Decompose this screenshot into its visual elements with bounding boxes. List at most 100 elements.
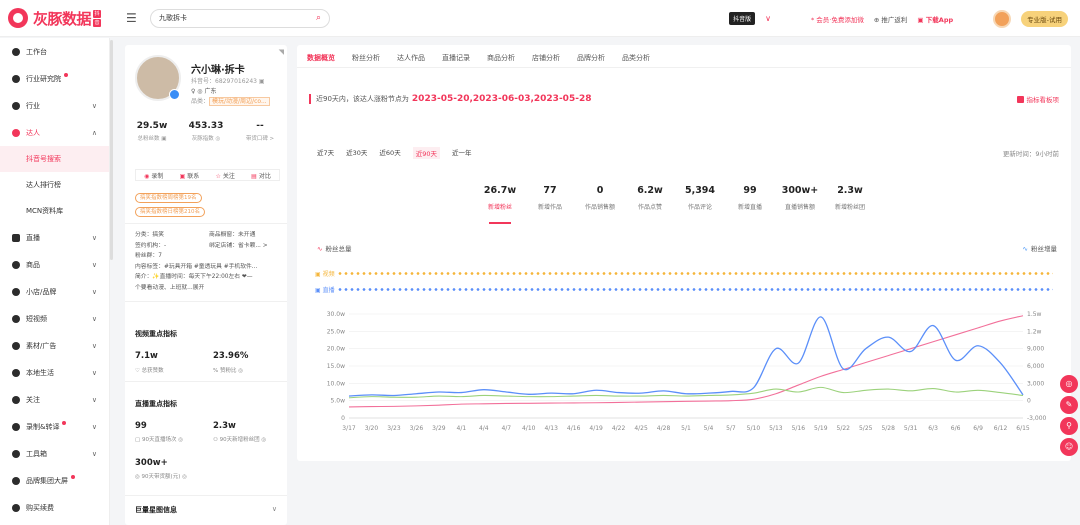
sidebar-item[interactable]: 短视频 ∨ (0, 305, 109, 332)
live-event-row[interactable]: ▣ 直播 (315, 285, 1053, 294)
chevron-down-icon[interactable]: ∨ (92, 396, 97, 404)
sidebar-item[interactable]: 商品 ∨ (0, 251, 109, 278)
main-tab[interactable]: 达人作品 (397, 53, 425, 63)
sidebar-item-label: 本地生活 (26, 368, 54, 377)
sidebar-item[interactable]: 行业 ∨ (0, 92, 109, 119)
collapse-icon[interactable]: ◥ (279, 48, 284, 56)
sidebar-item[interactable]: 行业研究院 (0, 65, 109, 92)
affiliate-link[interactable]: ⊕ 推广返利 (874, 14, 908, 24)
contact-button[interactable]: ▣ 联系 (180, 171, 200, 180)
contact-label: 联系 (187, 172, 200, 180)
kpi-fan-club: 2.3w (213, 421, 236, 431)
right-axis-tick-label: 9,000 (1027, 346, 1044, 353)
sidebar-item[interactable]: 素材/广告 ∨ (0, 332, 109, 359)
sidebar-item[interactable]: 小店/品牌 ∨ (0, 278, 109, 305)
record-button[interactable]: ◉ 录制 (144, 171, 163, 180)
range-tab[interactable]: 近60天 (379, 147, 400, 159)
sidebar-scrollbar[interactable] (110, 40, 113, 260)
sidebar-item[interactable]: 本地生活 ∨ (0, 359, 109, 386)
chevron-down-icon[interactable]: ∨ (92, 423, 97, 431)
main-tab[interactable]: 品类分析 (622, 53, 650, 63)
chevron-down-icon[interactable]: ∨ (92, 261, 97, 269)
x-axis-tick-label: 5/7 (726, 425, 736, 432)
legend-fan-growth[interactable]: ∿ 粉丝增量 (1023, 243, 1057, 253)
feedback-icon[interactable]: ✎ (1060, 396, 1078, 414)
x-axis-tick-label: 5/28 (881, 425, 895, 432)
info-row[interactable]: 个要看动漫、上班就...展开 (135, 283, 283, 294)
metric-board-button[interactable]: 指标看板项 (1017, 94, 1060, 104)
metric-card[interactable]: 77 新增作品 (525, 185, 575, 211)
right-axis-tick-label: 6,000 (1027, 363, 1044, 370)
metric-card[interactable]: 300w+ 直播销售额 (775, 185, 825, 211)
sidebar-item[interactable]: 工作台 (0, 38, 109, 65)
main-tab[interactable]: 直播记录 (442, 53, 470, 63)
user-avatar[interactable] (993, 9, 1012, 28)
range-tab[interactable]: 近90天 (412, 147, 440, 159)
fans-chart[interactable]: 0 5.0w 10.0w 15.0w 20.0w 25.0w 30.0w -3,000 0 3,0… (309, 308, 1063, 436)
metric-card[interactable]: 5,394 作品评论 (675, 185, 725, 211)
sidebar-subitem[interactable]: 抖音号搜索 (0, 146, 109, 172)
follow-button[interactable]: ☆ 关注 (216, 171, 235, 180)
main-tab[interactable]: 品牌分析 (577, 53, 605, 63)
info-bound-store[interactable]: 绑定店铺：省卡颗... > (209, 241, 283, 252)
chevron-down-icon[interactable]: ∨ (92, 342, 97, 350)
chevron-down-icon[interactable]: ∨ (92, 288, 97, 296)
search-icon[interactable]: ⌕ (316, 13, 321, 23)
metric-card[interactable]: 0 作品销售额 (575, 185, 625, 211)
info-bio-expand[interactable]: 个要看动漫、上班就...展开 (135, 283, 283, 294)
sidebar-item[interactable]: 品牌集团大屏 (0, 467, 109, 494)
sidebar-item-icon (12, 341, 20, 350)
video-event-row[interactable]: ▣ 视频 (315, 269, 1053, 278)
range-tab[interactable]: 近7天 (317, 147, 334, 159)
chevron-up-icon[interactable]: ∧ (92, 129, 97, 137)
rank-tag-daily[interactable]: 搞笑指数榜日榜第210名 (135, 207, 205, 217)
metric-card[interactable]: 6.2w 作品点赞 (625, 185, 675, 211)
download-app-link[interactable]: ▣ 下载App (917, 14, 953, 24)
chat-icon[interactable]: ☺ (1060, 438, 1078, 456)
share-icon[interactable]: ⚲ (1060, 417, 1078, 435)
sidebar-item[interactable]: 直播 ∨ (0, 224, 109, 251)
compare-button[interactable]: ▤ 对比 (251, 171, 271, 180)
menu-toggle-icon[interactable]: ☰ (126, 11, 144, 25)
chevron-down-icon[interactable]: ∨ (92, 315, 97, 323)
info-category: 分类：搞笑 (135, 232, 164, 238)
range-tab[interactable]: 近一年 (452, 147, 472, 159)
record-label: 录制 (151, 172, 164, 180)
category-value[interactable]: 模玩/动漫/周边/co... (209, 97, 270, 106)
chevron-down-icon[interactable]: ∨ (765, 14, 771, 23)
rank-tag-weekly[interactable]: 搞笑指数榜周榜第19名 (135, 193, 202, 203)
main-tab[interactable]: 数据概览 (307, 53, 335, 63)
legend-total-fans[interactable]: ∿ 粉丝总量 (317, 243, 351, 253)
search-input[interactable]: 九歌拆卡 ⌕ (150, 8, 330, 28)
stat-reputation[interactable]: -- 带货口碑 > (233, 121, 287, 142)
sidebar-item[interactable]: 购买续费 (0, 494, 109, 521)
sidebar-item[interactable]: 录制&转译 ∨ (0, 413, 109, 440)
chevron-down-icon[interactable]: ∨ (272, 505, 277, 513)
main-tab[interactable]: 店铺分析 (532, 53, 560, 63)
pro-trial-button[interactable]: 专业版-试用 (1021, 10, 1068, 27)
sidebar-item-icon (12, 476, 20, 485)
main-tab[interactable]: 粉丝分析 (352, 53, 380, 63)
sidebar-item-label: 品牌集团大屏 (26, 476, 68, 485)
main-tab[interactable]: 商品分析 (487, 53, 515, 63)
main-panel: 数据概览 粉丝分析 达人作品 直播记录 商品分析 店铺分析 品牌分析 品类分析 近90天内，该… (297, 45, 1071, 461)
metric-card[interactable]: 26.7w 新增粉丝 (475, 185, 525, 224)
chevron-down-icon[interactable]: ∨ (92, 102, 97, 110)
sidebar-item[interactable]: 工具箱 ∨ (0, 440, 109, 467)
chevron-down-icon[interactable]: ∨ (92, 450, 97, 458)
service-icon[interactable]: ◎ (1060, 375, 1078, 393)
range-tab[interactable]: 近30天 (346, 147, 367, 159)
metric-card[interactable]: 99 新增直播 (725, 185, 775, 211)
sidebar-item[interactable]: 关注 ∨ (0, 386, 109, 413)
star-map-title[interactable]: 巨量星图信息 (135, 505, 177, 515)
platform-badge[interactable]: 抖音版 (729, 12, 756, 25)
sidebar-item[interactable]: 达人 ∧ (0, 119, 109, 146)
sidebar-subitem[interactable]: 达人排行榜 (0, 172, 109, 198)
x-axis-tick-label: 5/16 (792, 425, 806, 432)
chevron-down-icon[interactable]: ∨ (92, 369, 97, 377)
sidebar-subitem[interactable]: MCN资料库 (0, 198, 109, 224)
member-promo-link[interactable]: * 会员·免费添加微 (811, 14, 864, 24)
chevron-down-icon[interactable]: ∨ (92, 234, 97, 242)
logo[interactable]: 灰豚数据 抖 音 (0, 8, 122, 29)
metric-card[interactable]: 2.3w 新增粉丝团 (825, 185, 875, 211)
